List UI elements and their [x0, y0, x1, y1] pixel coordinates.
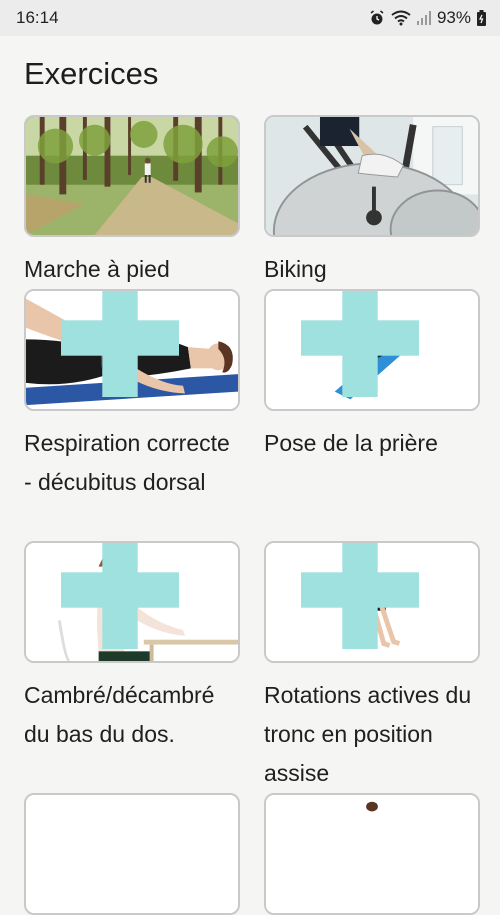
exercise-label: Cambré/décambré du bas du dos. [24, 682, 215, 747]
exercise-thumbnail [264, 289, 480, 411]
plus-icon [61, 543, 179, 649]
status-time: 16:14 [16, 8, 59, 27]
alarm-icon [370, 10, 384, 25]
exercise-thumbnail [24, 793, 240, 915]
exercise-label: Marche à pied [24, 256, 170, 282]
exercise-card-trunk-rotations[interactable]: Rotations actives du tronc en position a… [264, 541, 480, 793]
plus-icon [61, 291, 179, 397]
exercise-label: Rotations actives du tronc en position a… [264, 682, 472, 786]
signal-icon [416, 11, 431, 25]
exercise-label: Respiration correcte - décubitus dorsal [24, 430, 230, 495]
forest-path-image [26, 117, 238, 235]
battery-icon [477, 10, 486, 26]
exercise-card-walking[interactable]: Marche à pied [24, 115, 240, 289]
exercise-card-partial[interactable] [264, 793, 480, 915]
exercise-card-prayer-pose[interactable]: Pose de la prière [264, 289, 480, 541]
plus-icon [301, 543, 419, 649]
status-bar: 16:14 93% [0, 0, 500, 36]
exercise-thumbnail [264, 793, 480, 915]
exercise-card-lower-back-arch[interactable]: Cambré/décambré du bas du dos. [24, 541, 240, 793]
exercise-grid: Marche à pied Biking Respiration correct… [24, 115, 480, 915]
exercise-card-partial[interactable] [24, 793, 240, 915]
exercise-thumbnail [24, 115, 240, 237]
battery-percentage: 93% [436, 8, 471, 27]
exercise-card-biking[interactable]: Biking [264, 115, 480, 289]
exercise-thumbnail [24, 541, 240, 663]
wifi-icon [391, 10, 411, 26]
exercise-thumbnail [264, 541, 480, 663]
exercise-card-breathing[interactable]: Respiration correcte - décubitus dorsal [24, 289, 240, 541]
plus-icon [301, 291, 419, 397]
exercise-label: Biking [264, 256, 327, 282]
exercise-bike-image [266, 117, 478, 235]
page-title: Exercices [24, 56, 159, 91]
exercise-label: Pose de la prière [264, 430, 438, 456]
exercise-image [266, 795, 478, 913]
exercise-thumbnail [264, 115, 480, 237]
status-icons: 93% [369, 8, 486, 28]
exercise-thumbnail [24, 289, 240, 411]
